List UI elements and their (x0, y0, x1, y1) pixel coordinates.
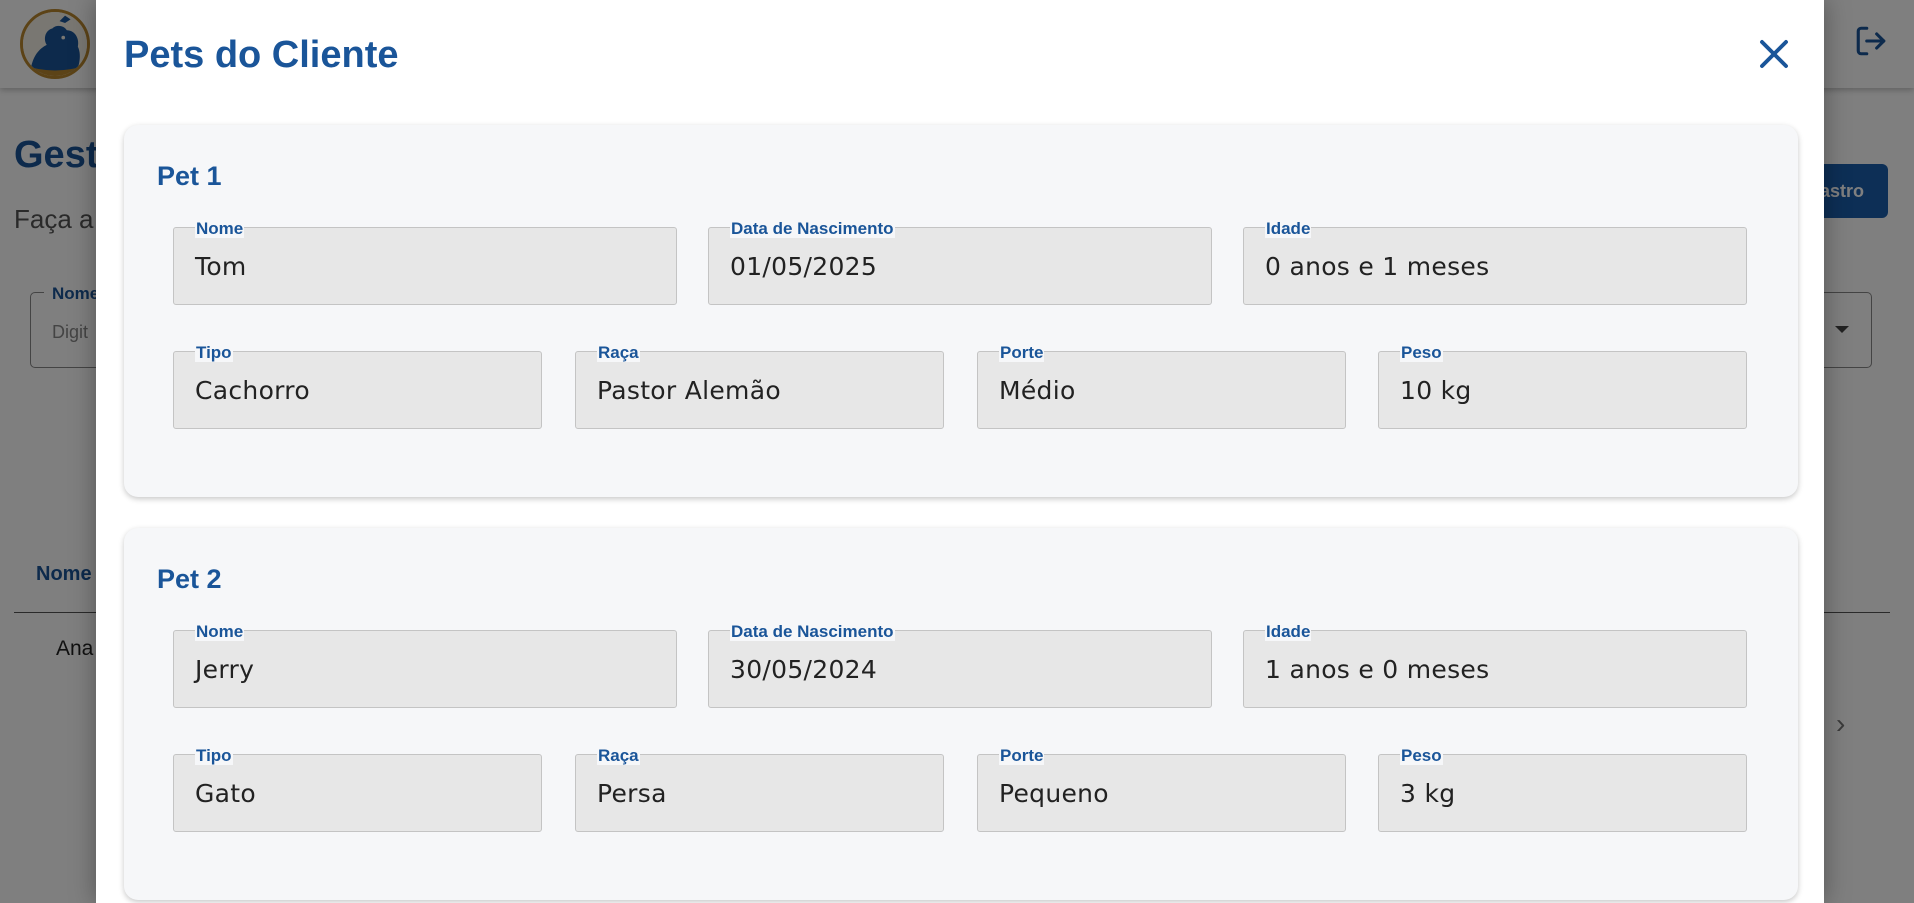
field-label: Peso (1400, 343, 1443, 362)
field-value: Pequeno (999, 779, 1109, 808)
field-value: Médio (999, 376, 1076, 405)
field-value: Pastor Alemão (597, 376, 781, 405)
pet-breed-field[interactable]: Raça Pastor Alemão (575, 343, 944, 429)
field-value: 01/05/2025 (730, 252, 878, 281)
pet-name-field[interactable]: Nome Jerry (173, 622, 677, 708)
field-label: Data de Nascimento (730, 622, 895, 641)
pet-breed-field[interactable]: Raça Persa (575, 746, 944, 832)
field-label: Idade (1265, 622, 1312, 641)
field-value: Persa (597, 779, 667, 808)
pet-age-field[interactable]: Idade 0 anos e 1 meses (1243, 219, 1747, 305)
field-label: Nome (195, 219, 245, 238)
field-label: Raça (597, 746, 640, 765)
field-label: Raça (597, 343, 640, 362)
pet-birthdate-field[interactable]: Data de Nascimento 30/05/2024 (708, 622, 1212, 708)
field-value: 0 anos e 1 meses (1265, 252, 1490, 281)
pet-size-field[interactable]: Porte Médio (977, 343, 1346, 429)
field-value: 30/05/2024 (730, 655, 878, 684)
field-value: 1 anos e 0 meses (1265, 655, 1490, 684)
field-label: Nome (195, 622, 245, 641)
pet-weight-field[interactable]: Peso 10 kg (1378, 343, 1747, 429)
pet-weight-field[interactable]: Peso 3 kg (1378, 746, 1747, 832)
field-label: Idade (1265, 219, 1312, 238)
field-value: Tom (195, 252, 247, 281)
pet-name-field[interactable]: Nome Tom (173, 219, 677, 305)
field-value: 10 kg (1400, 376, 1472, 405)
field-label: Peso (1400, 746, 1443, 765)
pet-type-field[interactable]: Tipo Gato (173, 746, 542, 832)
field-label: Tipo (195, 343, 233, 362)
pet-card: Pet 1 Nome Tom Data de Nascimento 01/05/… (124, 125, 1798, 497)
pet-type-field[interactable]: Tipo Cachorro (173, 343, 542, 429)
field-label: Porte (999, 746, 1045, 765)
field-value: Gato (195, 779, 256, 808)
field-label: Data de Nascimento (730, 219, 895, 238)
pet-card: Pet 2 Nome Jerry Data de Nascimento 30/0… (124, 528, 1798, 900)
pet-birthdate-field[interactable]: Data de Nascimento 01/05/2025 (708, 219, 1212, 305)
pet-title: Pet 2 (157, 564, 222, 594)
modal-title: Pets do Cliente (124, 34, 399, 76)
field-label: Tipo (195, 746, 233, 765)
pet-title: Pet 1 (157, 161, 222, 191)
pet-age-field[interactable]: Idade 1 anos e 0 meses (1243, 622, 1747, 708)
pets-modal: Pets do Cliente Pet 1 Nome Tom Data de N… (96, 0, 1824, 903)
field-label: Porte (999, 343, 1045, 362)
field-value: 3 kg (1400, 779, 1456, 808)
pet-size-field[interactable]: Porte Pequeno (977, 746, 1346, 832)
field-value: Cachorro (195, 376, 310, 405)
field-value: Jerry (195, 655, 255, 684)
close-icon[interactable] (1756, 36, 1792, 72)
